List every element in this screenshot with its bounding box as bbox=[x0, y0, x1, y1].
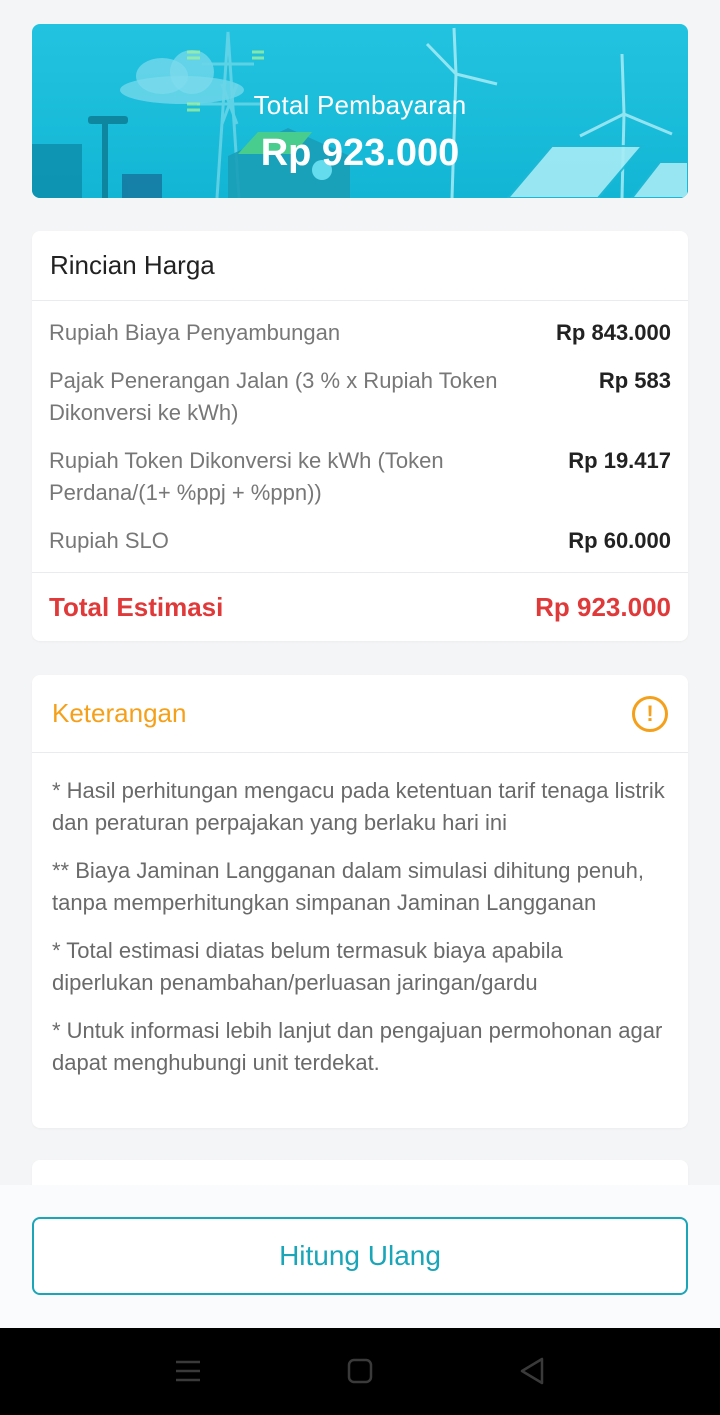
price-row-label: Rupiah SLO bbox=[49, 528, 169, 553]
banner-amount: Rp 923.000 bbox=[260, 132, 460, 174]
system-navigation-bar bbox=[0, 1328, 720, 1415]
total-estimate-label: Total Estimasi bbox=[49, 592, 224, 622]
price-detail-card: Rincian Harga Rupiah Biaya Penyambungan … bbox=[32, 231, 688, 641]
price-row: Rupiah Token Dikonversi ke kWh (Token Pe… bbox=[32, 445, 688, 509]
price-row-value: Rp 843.000 bbox=[556, 320, 671, 345]
total-estimate-row: Total Estimasi Rp 923.000 bbox=[32, 572, 688, 642]
recalculate-button[interactable]: Hitung Ulang bbox=[32, 1217, 688, 1295]
note-item: * Hasil perhitungan mengacu pada ketentu… bbox=[52, 778, 665, 835]
notes-card: Keterangan ! * Hasil perhitungan mengacu… bbox=[32, 675, 688, 1128]
price-row-value: Rp 19.417 bbox=[568, 448, 671, 473]
total-payment-banner: Total Pembayaran Rp 923.000 bbox=[32, 24, 688, 198]
price-row: Pajak Penerangan Jalan (3 % x Rupiah Tok… bbox=[32, 365, 688, 429]
bottom-action-bar: Hitung Ulang bbox=[0, 1185, 720, 1328]
price-row-label: Pajak Penerangan Jalan (3 % x Rupiah Tok… bbox=[49, 368, 498, 425]
notes-heading: Keterangan bbox=[52, 698, 187, 728]
menu-icon[interactable] bbox=[174, 1356, 202, 1386]
note-item: * Total estimasi diatas belum termasuk b… bbox=[52, 938, 563, 995]
price-row-label: Rupiah Token Dikonversi ke kWh (Token Pe… bbox=[49, 448, 444, 505]
note-item: * Untuk informasi lebih lanjut dan penga… bbox=[52, 1018, 663, 1075]
notes-heading-bar: Keterangan ! bbox=[32, 675, 688, 753]
note-item: ** Biaya Jaminan Langganan dalam simulas… bbox=[52, 858, 644, 915]
price-row-label: Rupiah Biaya Penyambungan bbox=[49, 320, 341, 345]
warning-circle-icon[interactable]: ! bbox=[632, 695, 668, 732]
price-row-value: Rp 60.000 bbox=[568, 528, 671, 553]
total-estimate-value: Rp 923.000 bbox=[535, 592, 671, 622]
banner-title: Total Pembayaran bbox=[253, 90, 467, 120]
price-row: Rupiah SLO Rp 60.000 bbox=[32, 525, 688, 557]
price-row-value: Rp 583 bbox=[598, 368, 671, 393]
price-row: Rupiah Biaya Penyambungan Rp 843.000 bbox=[32, 317, 688, 349]
back-triangle-icon[interactable] bbox=[518, 1356, 546, 1386]
price-detail-heading: Rincian Harga bbox=[32, 231, 688, 301]
home-square-icon[interactable] bbox=[346, 1356, 374, 1386]
